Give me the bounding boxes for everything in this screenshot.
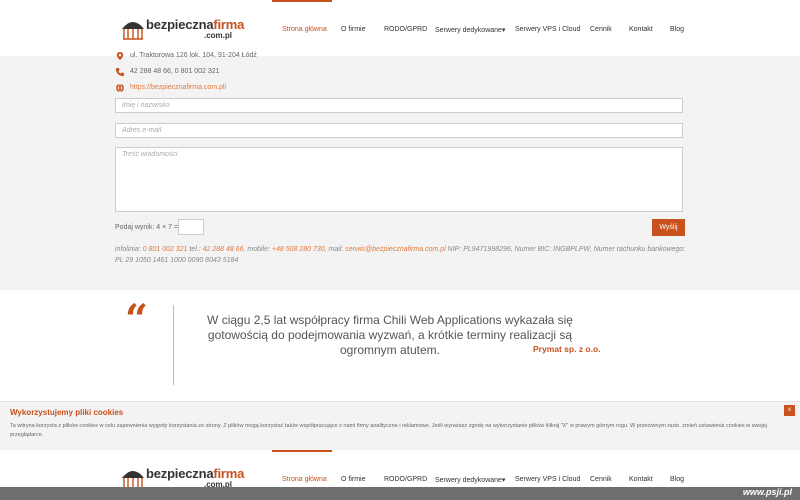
map-pin-icon [116,52,124,60]
logo-sub: .com.pl [204,31,233,40]
nav-strona-glowna[interactable]: Strona główna [282,476,327,483]
tel-link[interactable]: 42 288 48 66 [203,246,244,253]
nav-kontakt[interactable]: Kontakt [629,26,653,33]
email-input[interactable]: Adres e-mail [115,123,683,138]
nav-blog[interactable]: Blog [670,26,684,33]
nav-serwery-dedykowane[interactable]: Serwery dedykowane▾ [435,26,505,34]
umbrella-logo-icon [122,22,144,40]
company-info: infolinia: 0 801 002 321 tel.: 42 288 48… [115,246,686,264]
captcha-label: Podaj wynik: 4 × 7 = [115,224,179,231]
website-link[interactable]: https://bezpiecznafirma.com.pl/ [130,84,227,91]
testimonial-author: Prymat sp. z o.o. [533,344,601,354]
quote-mark-icon: “ [125,296,149,343]
message-textarea[interactable]: Treść wiadomości [115,147,683,212]
address-text: ul. Traktorowa 126 lok. 104, 91-204 Łódź [130,52,257,59]
testimonial-divider [173,305,174,385]
nav-blog[interactable]: Blog [670,476,684,483]
cookie-close-button[interactable]: x [784,405,795,416]
nav-active-indicator [272,0,332,2]
infolinia-link[interactable]: 0 801 002 321 [143,246,188,253]
phone-icon [116,68,124,76]
phones-text: 42 288 48 66, 0 801 002 321 [130,68,220,75]
nav-o-firmie[interactable]: O firmie [341,26,366,33]
globe-icon [116,84,124,92]
nav-strona-glowna[interactable]: Strona główna [282,26,327,33]
nav-kontakt[interactable]: Kontakt [629,476,653,483]
mail-link[interactable]: serwis@bezpiecznafirma.com.pl [345,246,445,253]
name-input[interactable]: Imię i nazwisko [115,98,683,113]
logo-text: bezpiecznafirma [146,466,245,481]
send-button[interactable]: Wyślij [652,219,685,236]
nav-serwery-dedykowane[interactable]: Serwery dedykowane▾ [435,476,505,484]
site-header: bezpiecznafirma .com.pl Strona główna O … [0,0,800,56]
nav-serwery-vps[interactable]: Serwery VPS i Cloud [515,26,580,33]
captcha-input[interactable] [178,219,204,235]
cookie-text: Ta witryna korzysta z plików cookies w c… [10,423,767,438]
nav-serwery-vps[interactable]: Serwery VPS i Cloud [515,476,580,483]
nav-o-firmie[interactable]: O firmie [341,476,366,483]
nav-cennik[interactable]: Cennik [590,26,612,33]
watermark: www.psji.pl [742,487,792,497]
mobile-link[interactable]: +48 508 280 730 [272,246,325,253]
nav-active-indicator [272,450,332,452]
nav-cennik[interactable]: Cennik [590,476,612,483]
watermark-bar [0,487,800,500]
logo-text: bezpiecznafirma [146,17,245,32]
nav-rodo[interactable]: RODO/GPRD [384,26,427,33]
cookie-title: Wykorzystujemy pliki cookies [10,408,124,417]
nav-rodo[interactable]: RODO/GPRD [384,476,427,483]
